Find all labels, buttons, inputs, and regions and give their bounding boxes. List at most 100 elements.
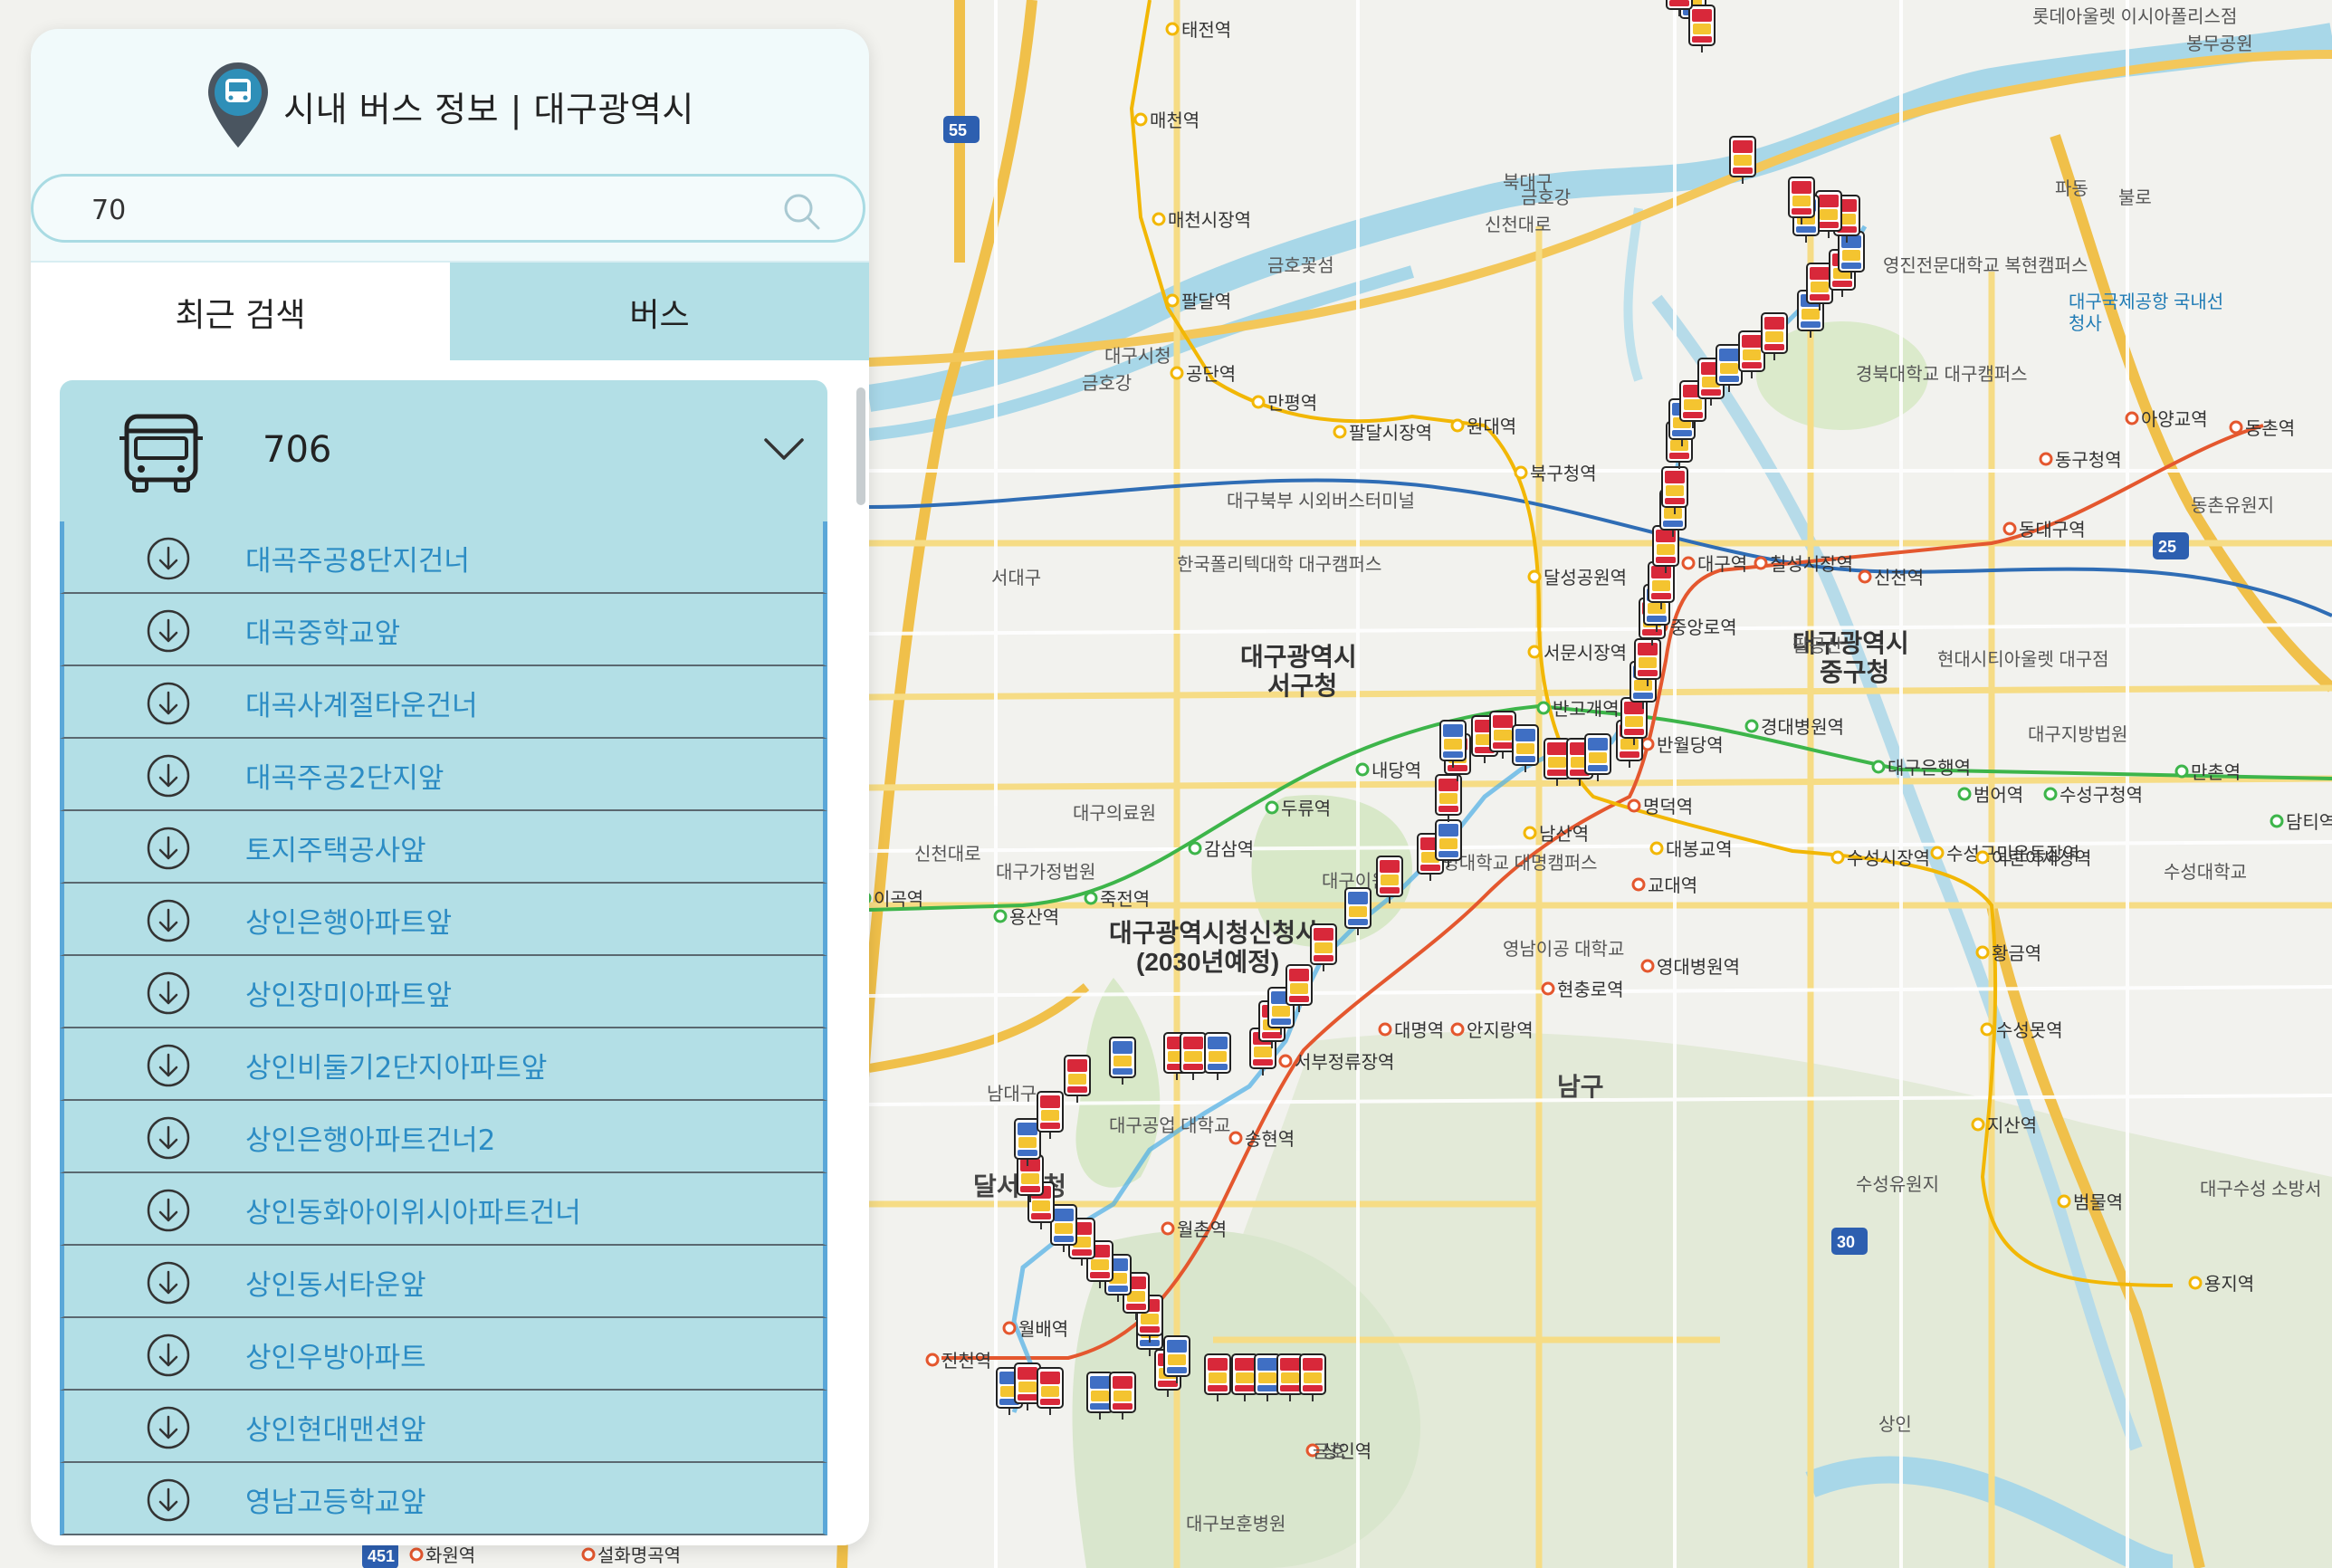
bus-marker-icon[interactable] xyxy=(1376,856,1403,904)
district-label: 서구청 xyxy=(1267,672,1337,700)
stop-list-item[interactable]: 상인장미아파트앞 xyxy=(60,956,827,1028)
bus-marker-icon[interactable] xyxy=(1231,1353,1258,1401)
bus-marker-icon[interactable] xyxy=(1512,724,1539,772)
poi-label: 대구가정법원 xyxy=(996,862,1095,883)
bus-marker-icon[interactable] xyxy=(1204,1032,1231,1080)
bus-marker-icon[interactable] xyxy=(1254,1353,1281,1401)
bus-marker-icon[interactable] xyxy=(1729,136,1756,184)
station-marker xyxy=(1541,981,1555,996)
bus-marker-icon[interactable] xyxy=(1344,887,1371,935)
tab-recent-search[interactable]: 최근 검색 xyxy=(31,263,450,362)
stop-name: 상인비둘기2단지아파트앞 xyxy=(245,1052,548,1085)
station-marker xyxy=(2125,411,2139,425)
poi-label: 대구시청 xyxy=(1104,346,1171,367)
stop-list-item[interactable]: 대곡주공8단지건너 xyxy=(60,521,827,594)
stop-list-item[interactable]: 상인비둘기2단지아파트앞 xyxy=(60,1028,827,1101)
stop-list-item[interactable]: 상인은행아파트건너2 xyxy=(60,1101,827,1173)
chevron-down-icon[interactable] xyxy=(762,433,806,464)
district-label: 대구광역시청신청사 xyxy=(1109,919,1319,947)
bus-marker-icon[interactable] xyxy=(1064,1055,1091,1103)
stop-name: 대곡중학교앞 xyxy=(245,617,401,650)
bus-marker-icon[interactable] xyxy=(1180,1032,1207,1080)
bus-marker-icon[interactable] xyxy=(1716,344,1743,392)
bus-marker-icon[interactable] xyxy=(1014,1118,1041,1166)
bus-marker-icon[interactable] xyxy=(1648,561,1675,609)
bus-marker-icon[interactable] xyxy=(1014,1362,1041,1410)
stop-list-item[interactable]: 영남고등학교앞 xyxy=(60,1463,827,1535)
poi-label: 서대구 xyxy=(991,568,1041,588)
bus-marker-icon[interactable] xyxy=(1661,466,1688,514)
station-label: 황금역 xyxy=(1992,943,2041,964)
route-number: 706 xyxy=(263,429,332,471)
station-label: 매천시장역 xyxy=(1168,210,1251,231)
stop-list-item[interactable]: 상인현대맨션앞 xyxy=(60,1391,827,1463)
bus-marker-icon[interactable] xyxy=(1439,720,1467,768)
station-label: 태전역 xyxy=(1181,20,1231,41)
station-label: 교대역 xyxy=(1648,875,1697,896)
poi-label: 경북대학교 대구캠퍼스 xyxy=(1856,364,2028,385)
bus-marker-icon[interactable] xyxy=(1806,263,1833,311)
station-label: 진천역 xyxy=(941,1351,991,1372)
bus-marker-icon[interactable] xyxy=(1285,964,1313,1012)
station-marker xyxy=(1002,1321,1017,1335)
station-label: 만촌역 xyxy=(2191,762,2241,783)
station-label: 월배역 xyxy=(1018,1319,1068,1340)
bus-marker-icon[interactable] xyxy=(1489,711,1516,759)
bus-marker-icon[interactable] xyxy=(1544,738,1571,786)
station-marker xyxy=(1631,877,1646,892)
poi-label: 청사 xyxy=(2069,313,2102,334)
bus-marker-icon[interactable] xyxy=(1761,312,1788,360)
station-marker xyxy=(1188,841,1202,856)
bus-marker-icon[interactable] xyxy=(1688,5,1716,53)
poi-label: 신천대로 xyxy=(1485,215,1552,235)
stop-name: 대곡주공2단지앞 xyxy=(245,762,444,795)
bus-marker-icon[interactable] xyxy=(1299,1353,1326,1401)
bus-marker-icon[interactable] xyxy=(1163,1335,1190,1383)
station-label: 중앙로역 xyxy=(1670,617,1737,638)
bus-marker-icon[interactable] xyxy=(1435,774,1462,822)
bus-marker-icon[interactable] xyxy=(1310,923,1337,971)
bus-marker-icon[interactable] xyxy=(1584,733,1611,781)
search-box[interactable] xyxy=(31,174,865,243)
stop-list-item[interactable]: 대곡사계절타운건너 xyxy=(60,666,827,739)
stop-list-item[interactable]: 토지주택공사앞 xyxy=(60,811,827,884)
bus-marker-icon[interactable] xyxy=(1037,1367,1064,1415)
bus-marker-icon[interactable] xyxy=(1738,330,1765,378)
bus-marker-icon[interactable] xyxy=(1652,525,1679,573)
bus-marker-icon[interactable] xyxy=(1017,1154,1044,1202)
stop-list-item[interactable]: 상인동서타운앞 xyxy=(60,1246,827,1318)
route-header[interactable]: 706 xyxy=(60,380,827,521)
station-label: 현충로역 xyxy=(1557,980,1624,1000)
bus-marker-icon[interactable] xyxy=(1788,177,1815,225)
stop-list-item[interactable]: 상인우방아파트 xyxy=(60,1318,827,1391)
station-label: 송현역 xyxy=(1245,1129,1295,1150)
station-label: 죽전역 xyxy=(1100,889,1150,910)
bus-marker-icon[interactable] xyxy=(1109,1372,1136,1420)
bus-marker-icon[interactable] xyxy=(1838,231,1865,279)
stop-list-item[interactable]: 상인동화아이위시아파트건너 xyxy=(60,1173,827,1246)
stop-list-item[interactable]: 상인은행아파트앞 xyxy=(60,884,827,956)
bus-marker-icon[interactable] xyxy=(1086,1372,1113,1420)
station-marker xyxy=(1536,701,1551,715)
route-list[interactable]: 706 대곡주공8단지건너대곡중학교앞대곡사계절타운건너대곡주공2단지앞토지주택… xyxy=(31,360,869,1545)
bus-marker-icon[interactable] xyxy=(1276,1353,1304,1401)
station-marker xyxy=(1744,719,1759,733)
bus-marker-icon[interactable] xyxy=(1204,1353,1231,1401)
stop-name: 상인은행아파트앞 xyxy=(245,907,453,940)
stop-list-item[interactable]: 대곡중학교앞 xyxy=(60,594,827,666)
stop-name: 상인장미아파트앞 xyxy=(245,980,453,1012)
bus-marker-icon[interactable] xyxy=(1050,1204,1077,1252)
bus-marker-icon[interactable] xyxy=(1435,819,1462,867)
scrollbar[interactable] xyxy=(856,387,865,505)
tab-bus[interactable]: 버스 xyxy=(450,263,869,362)
poi-label: 금호 xyxy=(1313,1442,1346,1462)
bus-marker-icon[interactable] xyxy=(1037,1091,1064,1139)
bus-marker-icon[interactable] xyxy=(1634,638,1661,686)
bus-marker-icon[interactable] xyxy=(1109,1037,1136,1085)
bus-marker-icon[interactable] xyxy=(1815,190,1842,238)
search-input[interactable] xyxy=(90,186,745,234)
station-marker xyxy=(1975,850,1990,865)
search-icon[interactable] xyxy=(781,191,821,231)
stop-list-item[interactable]: 대곡주공2단지앞 xyxy=(60,739,827,811)
bus-location-pin-icon xyxy=(208,62,269,148)
